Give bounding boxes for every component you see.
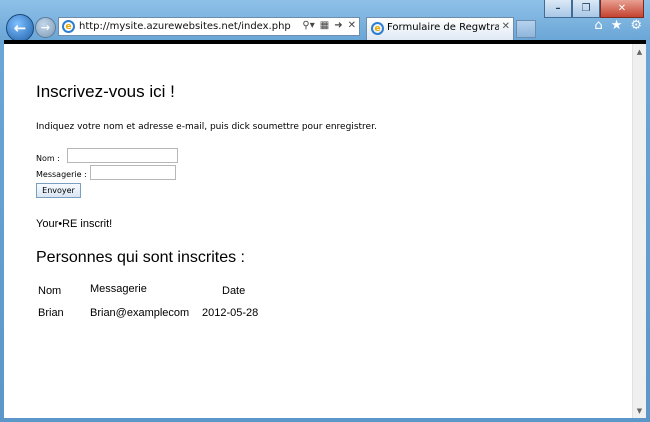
vertical-scrollbar[interactable]: ▲ ▼ — [632, 44, 646, 418]
tab-title: Formulaire de Regwtration — [387, 22, 499, 33]
gear-icon[interactable]: ⚙ — [630, 18, 642, 33]
name-field[interactable] — [67, 148, 178, 163]
address-bar[interactable]: e http://mysite.azurewebsites.net/index.… — [58, 17, 360, 36]
email-label: Messagerie : — [36, 170, 87, 179]
back-arrow-icon: ← — [13, 19, 27, 37]
submit-button[interactable]: Envoyer — [36, 183, 81, 198]
name-label: Nom : — [36, 154, 60, 163]
favorites-star-icon[interactable]: ★ — [611, 18, 623, 33]
forward-arrow-icon: → — [40, 21, 51, 34]
minimize-button[interactable]: – — [544, 0, 572, 18]
address-tools: ⚲▾ ▦ ➜ ✕ — [302, 20, 356, 31]
tab-close-icon[interactable]: ✕ — [502, 21, 510, 32]
success-message: Your•RE inscrit! — [36, 218, 113, 230]
search-icon[interactable]: ⚲▾ — [302, 20, 314, 31]
new-tab-button[interactable] — [516, 20, 536, 38]
column-header-email: Messagerie — [90, 283, 147, 295]
browser-toolbar-right: ⌂ ★ ⚙ — [594, 18, 642, 33]
back-button[interactable]: ← — [6, 14, 34, 42]
compatibility-icon[interactable]: ▦ — [320, 20, 329, 31]
home-icon[interactable]: ⌂ — [594, 18, 602, 33]
url-text[interactable]: http://mysite.azurewebsites.net/index.ph… — [79, 21, 291, 32]
row-date: 2012-05-28 — [202, 307, 259, 319]
intro-text: Indiquez votre nom et adresse e-mail, pu… — [36, 122, 377, 132]
ie-page-icon: e — [62, 20, 75, 33]
row-email: Brian@examplecom — [90, 307, 190, 319]
registrants-heading: Personnes qui sont inscrites : — [36, 249, 245, 266]
page-viewport: Inscrivez-vous ici ! Indiquez votre nom … — [4, 44, 646, 418]
go-icon[interactable]: ➜ — [334, 20, 342, 31]
browser-window: – ❐ ✕ ← → e http://mysite.azurewebsites.… — [0, 0, 650, 422]
column-header-name: Nom — [38, 285, 62, 297]
close-window-button[interactable]: ✕ — [600, 0, 644, 18]
scroll-up-icon[interactable]: ▲ — [633, 45, 646, 58]
column-header-date: Date — [222, 285, 246, 297]
row-name: Brian — [38, 307, 64, 319]
scroll-down-icon[interactable]: ▼ — [633, 404, 646, 417]
forward-button[interactable]: → — [35, 17, 56, 38]
ie-tab-icon: e — [371, 22, 384, 35]
page-title: Inscrivez-vous ici ! — [36, 82, 175, 101]
email-field[interactable] — [90, 165, 176, 180]
tab-registration[interactable]: e Formulaire de Regwtration ✕ — [366, 17, 514, 40]
window-controls: – ❐ ✕ — [544, 0, 644, 18]
maximize-button[interactable]: ❐ — [572, 0, 600, 18]
stop-icon[interactable]: ✕ — [348, 20, 356, 31]
